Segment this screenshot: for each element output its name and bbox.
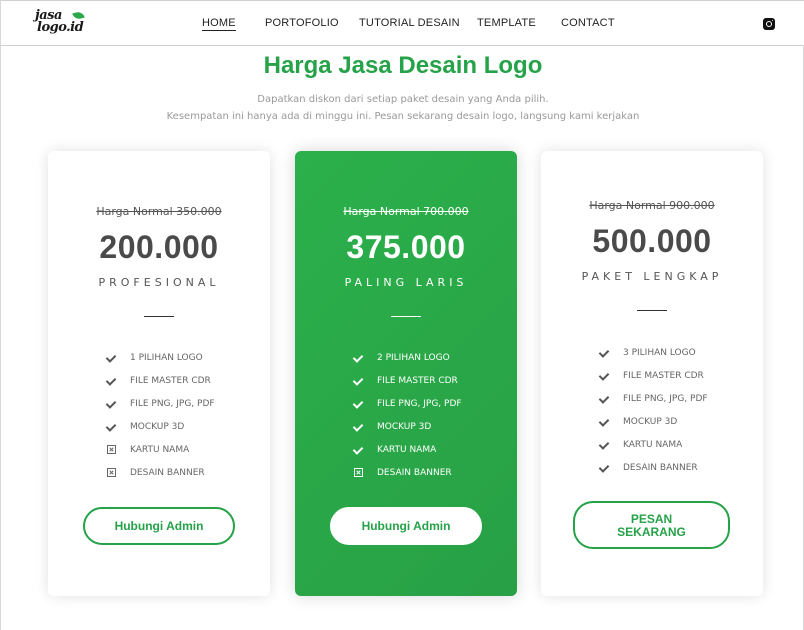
instagram-icon[interactable] — [763, 18, 775, 30]
feature-label: FILE MASTER CDR — [623, 371, 704, 381]
divider — [637, 310, 667, 311]
feature-list: 1 PILIHAN LOGO FILE MASTER CDR FILE PNG,… — [106, 352, 266, 490]
list-item: FILE PNG, JPG, PDF — [599, 393, 759, 416]
divider — [144, 316, 174, 317]
feature-label: KARTU NAMA — [377, 445, 437, 455]
contact-admin-button[interactable]: Hubungi Admin — [83, 507, 235, 545]
list-item: DESAIN BANNER — [599, 462, 759, 485]
contact-admin-button[interactable]: Hubungi Admin — [330, 507, 482, 545]
check-icon — [353, 398, 365, 410]
list-item: FILE MASTER CDR — [106, 375, 266, 398]
old-price: Harga Normal 700.000 — [343, 205, 469, 218]
plan-tier: PALING LARIS — [344, 276, 468, 289]
nav-item-template[interactable]: TEMPLATE — [477, 17, 536, 29]
order-now-label: PESAN SEKARANG — [617, 512, 686, 539]
feature-label: MOCKUP 3D — [130, 422, 185, 432]
feature-label: DESAIN BANNER — [377, 468, 452, 478]
nav-item-portofolio[interactable]: PORTOFOLIO — [265, 17, 339, 29]
old-price: Harga Normal 900.000 — [589, 199, 715, 212]
feature-list: 2 PILIHAN LOGO FILE MASTER CDR FILE PNG,… — [353, 352, 513, 490]
nav-item-home[interactable]: HOME — [202, 17, 236, 31]
feature-list: 3 PILIHAN LOGO FILE MASTER CDR FILE PNG,… — [599, 347, 759, 485]
check-icon — [599, 347, 611, 359]
list-item: KARTU NAMA — [106, 444, 266, 467]
check-icon — [106, 375, 118, 387]
main-menu: HOME PORTOFOLIO TUTORIAL DESAIN TEMPLATE… — [1, 17, 804, 33]
check-icon — [106, 352, 118, 364]
list-item: 1 PILIHAN LOGO — [106, 352, 266, 375]
list-item: FILE PNG, JPG, PDF — [106, 398, 266, 421]
feature-label: KARTU NAMA — [130, 445, 190, 455]
order-now-button[interactable]: PESAN SEKARANG — [573, 501, 730, 549]
feature-label: MOCKUP 3D — [623, 417, 678, 427]
list-item: FILE PNG, JPG, PDF — [353, 398, 513, 421]
list-item: KARTU NAMA — [599, 439, 759, 462]
check-icon — [599, 462, 611, 474]
old-price: Harga Normal 350.000 — [96, 205, 222, 218]
plan-tier: PROFESIONAL — [98, 276, 220, 289]
pricing-card-profesional: Harga Normal 350.000 200.000 PROFESIONAL… — [48, 151, 270, 596]
feature-label: FILE PNG, JPG, PDF — [130, 399, 215, 409]
check-icon — [353, 421, 365, 433]
check-icon — [106, 398, 118, 410]
page-subtitle-line1: Dapatkan diskon dari setiap paket desain… — [257, 94, 549, 105]
plan-price: 200.000 — [99, 229, 219, 265]
page-title: Harga Jasa Desain Logo — [263, 52, 543, 79]
check-icon — [599, 439, 611, 451]
top-navbar: jasa logo.id HOME PORTOFOLIO TUTORIAL DE… — [1, 0, 804, 46]
close-box-icon — [107, 445, 116, 454]
close-box-icon — [107, 468, 116, 477]
list-item: FILE MASTER CDR — [353, 375, 513, 398]
nav-item-tutorial-desain[interactable]: TUTORIAL DESAIN — [359, 17, 460, 29]
feature-label: KARTU NAMA — [623, 440, 683, 450]
check-icon — [353, 352, 365, 364]
check-icon — [599, 393, 611, 405]
list-item: DESAIN BANNER — [353, 467, 513, 490]
feature-label: FILE PNG, JPG, PDF — [623, 394, 708, 404]
nav-item-contact[interactable]: CONTACT — [561, 17, 615, 29]
pricing-card-paling-laris: Harga Normal 700.000 375.000 PALING LARI… — [295, 151, 517, 596]
close-box-icon — [354, 468, 363, 477]
list-item: MOCKUP 3D — [353, 421, 513, 444]
plan-price: 500.000 — [592, 223, 712, 259]
list-item: 2 PILIHAN LOGO — [353, 352, 513, 375]
list-item: MOCKUP 3D — [106, 421, 266, 444]
feature-label: FILE MASTER CDR — [377, 376, 458, 386]
feature-label: FILE PNG, JPG, PDF — [377, 399, 462, 409]
check-icon — [353, 444, 365, 456]
list-item: KARTU NAMA — [353, 444, 513, 467]
feature-label: FILE MASTER CDR — [130, 376, 211, 386]
check-icon — [599, 370, 611, 382]
plan-tier: PAKET LENGKAP — [581, 270, 723, 283]
check-icon — [599, 416, 611, 428]
feature-label: DESAIN BANNER — [623, 463, 698, 473]
check-icon — [106, 421, 118, 433]
list-item: FILE MASTER CDR — [599, 370, 759, 393]
feature-label: 1 PILIHAN LOGO — [130, 353, 203, 363]
feature-label: 3 PILIHAN LOGO — [623, 348, 696, 358]
feature-label: 2 PILIHAN LOGO — [377, 353, 450, 363]
list-item: DESAIN BANNER — [106, 467, 266, 490]
divider — [391, 316, 421, 317]
feature-label: DESAIN BANNER — [130, 468, 205, 478]
pricing-card-paket-lengkap: Harga Normal 900.000 500.000 PAKET LENGK… — [541, 151, 763, 596]
plan-price: 375.000 — [346, 229, 466, 265]
list-item: 3 PILIHAN LOGO — [599, 347, 759, 370]
feature-label: MOCKUP 3D — [377, 422, 432, 432]
page-subtitle-line2: Kesempatan ini hanya ada di minggu ini. … — [166, 111, 640, 122]
list-item: MOCKUP 3D — [599, 416, 759, 439]
check-icon — [353, 375, 365, 387]
